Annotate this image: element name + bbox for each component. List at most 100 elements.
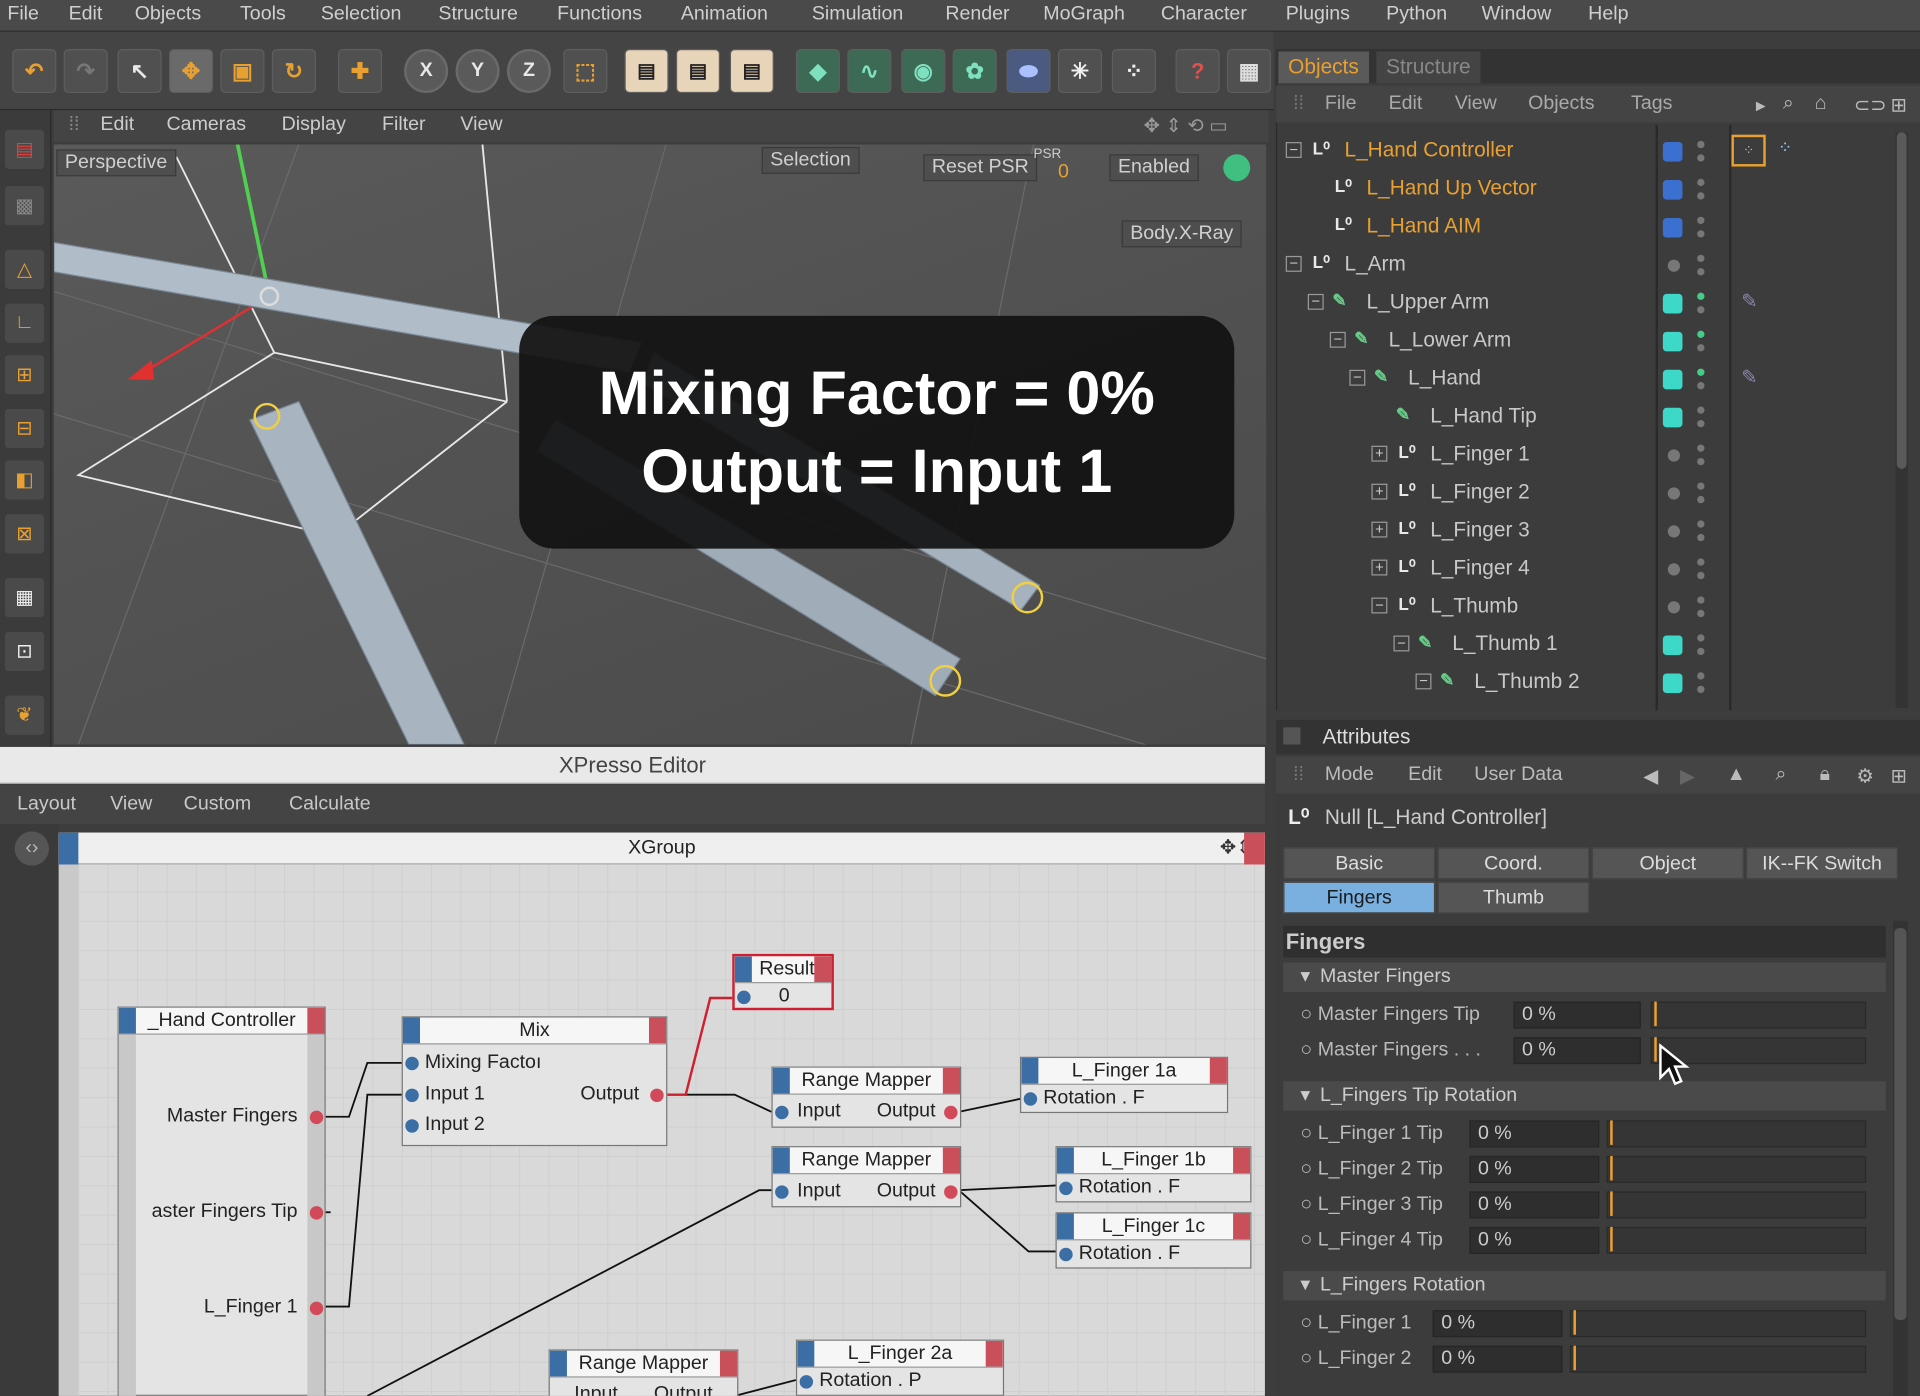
rm1-output-port[interactable] (944, 1105, 958, 1120)
constraint-tag-icon[interactable]: ✎ (1741, 365, 1757, 389)
up-arrow-icon[interactable]: ▲ (1727, 764, 1746, 786)
param-value-field[interactable]: 0 % (1513, 1001, 1641, 1029)
collapse-triangle-icon[interactable]: ▾ (1300, 962, 1310, 991)
object-row[interactable]: − ✎ L_Lower Arm (1276, 322, 1900, 360)
tab-object[interactable]: Object (1591, 847, 1744, 880)
slider-handle[interactable] (1573, 1310, 1576, 1335)
slider-handle[interactable] (1610, 1226, 1613, 1252)
param-row[interactable]: ○ L_Finger 2 0 % (1283, 1343, 1885, 1376)
param-value-field[interactable]: 0 % (1469, 1155, 1600, 1183)
slider-handle[interactable] (1610, 1191, 1613, 1216)
attributes-menu-edit[interactable]: Edit (1408, 764, 1442, 786)
settings-icon[interactable]: ⚙︎ (1856, 764, 1874, 788)
objects-menu-objects[interactable]: Objects (1528, 93, 1594, 115)
objects-menu-file[interactable]: File (1325, 93, 1357, 115)
node-result[interactable]: Result 0 (732, 953, 834, 1011)
node-l-finger-1a-title[interactable]: L_Finger 1a (1021, 1057, 1227, 1085)
group-tip-rotation[interactable]: ▾ L_Fingers Tip Rotation (1283, 1081, 1886, 1111)
layer-color-icon[interactable] (1662, 635, 1683, 656)
forward-arrow-icon[interactable]: ▶ (1680, 764, 1695, 788)
objects-menu-view[interactable]: View (1455, 93, 1497, 115)
rm2-input-port[interactable] (775, 1185, 789, 1199)
node-hand-controller-title[interactable]: _Hand Controller (118, 1007, 325, 1035)
layer-color-icon[interactable] (1662, 369, 1683, 390)
xpresso-tag-icon[interactable]: ⁘ (1731, 134, 1766, 167)
param-row[interactable]: ○ L_Finger 2 Tip 0 % (1283, 1153, 1885, 1186)
tab-thumb[interactable]: Thumb (1437, 881, 1590, 914)
layer-color-icon[interactable] (1662, 217, 1683, 238)
port-l-finger-1-out[interactable] (309, 1301, 324, 1316)
f1b-rotation-port[interactable] (1059, 1181, 1073, 1196)
tab-coord[interactable]: Coord. (1437, 847, 1590, 880)
object-row[interactable]: − ✎ L_Upper Arm ✎ (1276, 284, 1900, 322)
port-master-fingers-out[interactable] (309, 1110, 324, 1125)
param-row[interactable]: ○ L_Finger 4 Tip 0 % (1283, 1225, 1885, 1258)
node-range-mapper-2[interactable]: Range Mapper Input Output (771, 1146, 962, 1208)
param-row[interactable]: ○ L_Finger 3 Tip 0 % (1283, 1189, 1885, 1222)
param-row[interactable]: ○ Master Fingers Tip 0 % (1283, 999, 1885, 1032)
object-row[interactable]: − ✎ L_Thumb 1 (1276, 626, 1900, 664)
param-row[interactable]: ○ Master Fingers . . . 0 % (1283, 1035, 1885, 1068)
node-range-mapper-3-title[interactable]: Range Mapper (549, 1350, 738, 1378)
node-result-title[interactable]: Result (734, 956, 832, 984)
port-mix-output-out[interactable] (650, 1088, 664, 1103)
port-input-2-in[interactable] (405, 1119, 419, 1133)
param-value-field[interactable]: 0 % (1432, 1345, 1563, 1373)
f2a-rotation-port[interactable] (799, 1375, 814, 1389)
node-l-finger-2a-title[interactable]: L_Finger 2a (797, 1340, 1003, 1368)
object-row[interactable]: L⁰ L_Hand Up Vector (1276, 170, 1900, 208)
rm1-input-port[interactable] (775, 1105, 789, 1120)
object-row[interactable]: − L⁰ L_Hand Controller ⁘ ⁘ (1276, 132, 1900, 170)
slider-handle[interactable] (1573, 1345, 1576, 1371)
menu-help[interactable]: Help (1588, 4, 1628, 26)
new-window-icon[interactable]: ⊞ (1891, 93, 1907, 117)
tab-basic[interactable]: Basic (1283, 847, 1436, 880)
node-range-mapper-3[interactable]: Range Mapper Input Output (548, 1349, 739, 1396)
object-row[interactable]: − L⁰ L_Arm (1276, 246, 1900, 284)
param-slider[interactable] (1569, 1310, 1867, 1338)
object-row[interactable]: + L⁰ L_Finger 3 (1276, 512, 1900, 550)
port-master-fingers-tip-out[interactable] (309, 1206, 324, 1220)
layer-color-icon[interactable] (1662, 331, 1683, 352)
home-icon[interactable]: ⌂ (1815, 93, 1827, 115)
objects-menu-edit[interactable]: Edit (1389, 93, 1423, 115)
constraint-tag-icon[interactable]: ⁘ (1778, 137, 1792, 158)
collapse-triangle-icon[interactable]: ▾ (1300, 1271, 1310, 1300)
layer-color-icon[interactable] (1662, 407, 1683, 428)
node-range-mapper-2-title[interactable]: Range Mapper (772, 1147, 961, 1175)
object-row[interactable]: − ✎ L_Thumb 2 (1276, 664, 1900, 702)
node-l-finger-2a[interactable]: L_Finger 2a Rotation . P (795, 1339, 1005, 1396)
param-value-field[interactable]: 0 % (1469, 1191, 1600, 1219)
ik-tag-icon[interactable]: ✎ (1741, 289, 1757, 313)
attributes-menu-user-data[interactable]: User Data (1474, 764, 1562, 786)
slider-handle[interactable] (1610, 1155, 1613, 1181)
port-input-1-in[interactable] (405, 1088, 419, 1103)
param-slider[interactable] (1569, 1345, 1867, 1373)
search-icon[interactable]: ⌕ (1783, 93, 1794, 115)
layer-color-icon[interactable] (1662, 142, 1683, 162)
node-l-finger-1b-title[interactable]: L_Finger 1b (1056, 1147, 1251, 1175)
param-slider[interactable] (1606, 1226, 1867, 1254)
tab-structure[interactable]: Structure (1376, 51, 1481, 84)
tab-ik-fk-switch[interactable]: IK--FK Switch (1746, 847, 1898, 880)
menu-window[interactable]: Window (1482, 4, 1552, 26)
object-row[interactable]: + L⁰ L_Finger 2 (1276, 474, 1900, 512)
collapse-triangle-icon[interactable]: ▾ (1300, 1081, 1310, 1110)
object-row[interactable]: ✎ L_Hand Tip (1276, 398, 1900, 436)
attributes-scrollbar[interactable] (1893, 920, 1908, 1396)
slider-handle[interactable] (1610, 1120, 1613, 1145)
object-row[interactable]: − L⁰ L_Thumb (1276, 588, 1900, 626)
layer-color-icon[interactable] (1662, 180, 1683, 200)
node-l-finger-1b[interactable]: L_Finger 1b Rotation . F (1055, 1146, 1252, 1203)
tab-fingers[interactable]: Fingers (1283, 881, 1436, 914)
port-result-in[interactable] (737, 990, 751, 1005)
rm2-output-port[interactable] (944, 1185, 958, 1199)
slider-handle[interactable] (1654, 1037, 1657, 1062)
node-l-finger-1a[interactable]: L_Finger 1a Rotation . F (1020, 1056, 1229, 1114)
node-range-mapper-1[interactable]: Range Mapper Input Output (771, 1066, 962, 1128)
node-l-finger-1c[interactable]: L_Finger 1c Rotation . F (1055, 1212, 1252, 1269)
lock-icon[interactable]: 🔒︎ (1820, 764, 1830, 786)
param-row[interactable]: ○ L_Finger 1 Tip 0 % (1283, 1118, 1885, 1151)
object-row[interactable]: − ✎ L_Hand ✎ (1276, 360, 1900, 398)
param-value-field[interactable]: 0 % (1513, 1037, 1641, 1065)
